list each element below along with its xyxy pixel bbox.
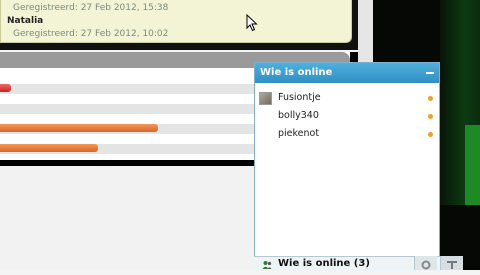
gear-icon [421, 260, 431, 270]
stats-bar [0, 84, 11, 92]
online-user-item[interactable]: piekenot [259, 127, 435, 143]
online-status-icon [428, 132, 433, 137]
online-user-name: Fusiontje [278, 92, 321, 103]
online-user-name: piekenot [278, 128, 320, 139]
online-status-icon [428, 96, 433, 101]
who-is-online-tab[interactable]: Wie is online (3) [278, 258, 370, 269]
new-member-name[interactable]: Natalia [7, 16, 43, 26]
toggle-chat-button[interactable] [440, 256, 463, 270]
widget-header[interactable]: Wie is online [255, 63, 439, 83]
minimize-icon[interactable] [426, 72, 434, 74]
online-user-name: bolly340 [278, 110, 319, 121]
online-user-item[interactable]: bolly340 [259, 109, 435, 125]
new-member-registered-date: Geregistreerd: 27 Feb 2012, 10:02 [13, 29, 169, 39]
previous-registered-date: Geregistreerd: 27 Feb 2012, 15:38 [13, 3, 169, 13]
collapse-icon [447, 261, 457, 269]
online-status-icon [428, 114, 433, 119]
settings-button[interactable] [414, 256, 437, 270]
widget-title: Wie is online [260, 67, 333, 78]
online-users-widget: Wie is online Fusiontje bolly340 piekeno… [254, 62, 440, 270]
mouse-cursor-icon [246, 14, 258, 32]
background-decoration-accent [465, 125, 480, 205]
online-user-item[interactable]: Fusiontje [259, 91, 435, 107]
stats-bar [0, 124, 158, 132]
user-avatar [259, 92, 272, 105]
users-icon [262, 261, 272, 269]
stats-bar [0, 144, 98, 152]
notification-panel: Geregistreerd: 27 Feb 2012, 15:38 Natali… [0, 0, 352, 43]
